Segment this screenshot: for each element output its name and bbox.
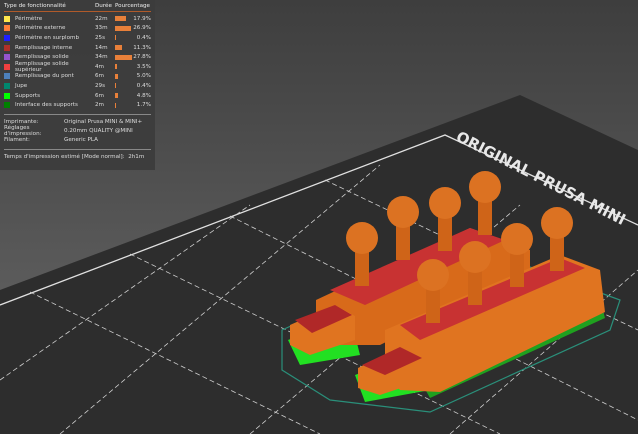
peg-ball bbox=[429, 187, 461, 219]
legend-item-duration: 2m bbox=[95, 102, 105, 109]
color-swatch bbox=[4, 82, 10, 89]
percent-bar bbox=[115, 25, 132, 31]
legend-item-percent: 27.8% bbox=[133, 54, 151, 61]
percent-bar bbox=[115, 16, 126, 22]
legend-item[interactable]: Périmètre 22m 17.9% bbox=[4, 14, 151, 24]
peg-ball bbox=[417, 259, 449, 291]
color-swatch bbox=[4, 15, 10, 22]
legend-panel: Type de fonctionnalité Durée Pourcentage… bbox=[0, 0, 155, 170]
legend-item[interactable]: Interface des supports 2m 1.7% bbox=[4, 100, 151, 110]
color-swatch bbox=[4, 92, 10, 99]
legend-item-duration: 4m bbox=[95, 63, 105, 70]
header-duration: Durée bbox=[95, 3, 112, 9]
color-swatch bbox=[4, 44, 10, 51]
legend-item-duration: 22m bbox=[95, 15, 108, 22]
estimate-label: Temps d'impression estimé [Mode normal]: bbox=[4, 154, 125, 161]
legend-item-label: Remplissage solide bbox=[15, 54, 69, 61]
peg-ball bbox=[541, 207, 573, 239]
legend-item-duration: 34m bbox=[95, 54, 108, 61]
percent-bar bbox=[115, 102, 117, 108]
legend-item-percent: 17.9% bbox=[133, 15, 151, 22]
legend-item[interactable]: Remplissage du pont 6m 5.0% bbox=[4, 72, 151, 82]
legend-item-duration: 14m bbox=[95, 44, 108, 51]
legend-item-percent: 4.8% bbox=[136, 92, 151, 99]
legend-item-label: Remplissage du pont bbox=[15, 73, 74, 80]
legend-item-label: Périmètre bbox=[15, 15, 43, 22]
peg-ball bbox=[346, 222, 378, 254]
header-percent: Pourcentage bbox=[115, 3, 150, 9]
info-row: Filament: Generic PLA bbox=[4, 136, 151, 145]
percent-bar bbox=[115, 64, 118, 70]
legend-item-label: Périmètre externe bbox=[15, 25, 66, 32]
info-value: 0.20mm QUALITY @MINI bbox=[64, 128, 133, 135]
legend-item-percent: 11.3% bbox=[133, 44, 151, 51]
legend-item-duration: 6m bbox=[95, 73, 105, 80]
peg-ball bbox=[387, 196, 419, 228]
percent-bar bbox=[115, 93, 118, 99]
peg-ball bbox=[501, 223, 533, 255]
percent-bar bbox=[115, 73, 118, 79]
percent-bar bbox=[115, 54, 132, 60]
color-swatch bbox=[4, 54, 10, 61]
divider bbox=[4, 113, 151, 115]
peg-ball bbox=[469, 171, 501, 203]
legend-item[interactable]: Jupe 29s 0.4% bbox=[4, 81, 151, 91]
legend-item-duration: 33m bbox=[95, 25, 108, 32]
legend-item-duration: 29s bbox=[95, 82, 106, 89]
legend-item-duration: 6m bbox=[95, 92, 105, 99]
legend-item-label: Jupe bbox=[15, 82, 28, 89]
legend-item-percent: 1.7% bbox=[136, 102, 151, 109]
legend-item[interactable]: Périmètre externe 33m 26.9% bbox=[4, 24, 151, 34]
legend-item-percent: 5.0% bbox=[136, 73, 151, 80]
legend-item[interactable]: Périmètre en surplomb 25s 0.4% bbox=[4, 33, 151, 43]
legend-item-percent: 0.4% bbox=[136, 82, 151, 89]
info-row: Réglages d'impression: 0.20mm QUALITY @MI… bbox=[4, 125, 151, 138]
info-value: Original Prusa MINI & MINI+ bbox=[64, 119, 143, 126]
percent-bar bbox=[115, 35, 116, 41]
legend-item-label: Remplissage solide supérieur bbox=[15, 60, 69, 73]
percent-bar bbox=[115, 45, 122, 51]
divider bbox=[4, 148, 151, 150]
percent-bar bbox=[115, 83, 116, 89]
legend-item-label: Interface des supports bbox=[15, 102, 78, 109]
color-swatch bbox=[4, 102, 10, 109]
peg-ball bbox=[459, 241, 491, 273]
legend-item[interactable]: Supports 6m 4.8% bbox=[4, 91, 151, 101]
legend-item-percent: 3.5% bbox=[136, 63, 151, 70]
info-key: Filament: bbox=[4, 137, 30, 144]
header-type: Type de fonctionnalité bbox=[4, 3, 66, 9]
estimate-value: 2h1m bbox=[128, 154, 145, 161]
legend-item-percent: 0.4% bbox=[136, 34, 151, 41]
legend-item-label: Supports bbox=[15, 92, 41, 99]
legend-item-duration: 25s bbox=[95, 34, 106, 41]
info-key: Réglages d'impression: bbox=[4, 125, 42, 138]
legend-item[interactable]: Remplissage interne 14m 11.3% bbox=[4, 43, 151, 53]
color-swatch bbox=[4, 34, 10, 41]
info-value: Generic PLA bbox=[64, 137, 98, 144]
legend-item[interactable]: Remplissage solide supérieur 4m 3.5% bbox=[4, 60, 151, 73]
legend-item-label: Périmètre en surplomb bbox=[15, 34, 79, 41]
color-swatch bbox=[4, 25, 10, 32]
legend-item-label: Remplissage interne bbox=[15, 44, 73, 51]
color-swatch bbox=[4, 73, 10, 80]
color-swatch bbox=[4, 63, 10, 70]
legend-item-percent: 26.9% bbox=[133, 25, 151, 32]
